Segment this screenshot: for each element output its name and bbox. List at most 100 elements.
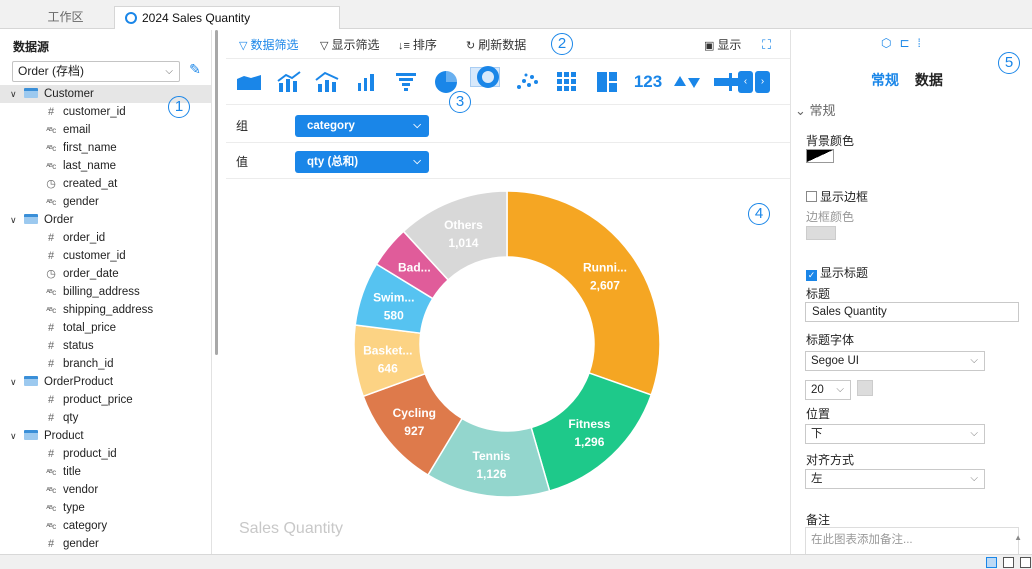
checkbox-icon <box>806 191 817 202</box>
title-input[interactable]: Sales Quantity <box>805 302 1019 322</box>
field-node[interactable]: ᴬᴮc vendor <box>0 481 211 499</box>
number-chart-icon[interactable]: 123 <box>628 67 668 97</box>
data-filter-button[interactable]: ▽ 数据筛选 <box>239 37 298 53</box>
chevron-down-icon[interactable]: ∨ <box>10 211 24 229</box>
field-name: order_id <box>63 232 106 244</box>
field-node[interactable]: ᴬᴮc email <box>0 121 211 139</box>
chevron-right-icon[interactable]: › <box>755 71 770 93</box>
edit-icon[interactable]: ✎ <box>186 61 204 81</box>
line-bar-chart-icon[interactable] <box>312 67 342 97</box>
area-chart-icon[interactable] <box>234 67 264 97</box>
bullet-chart-icon[interactable] <box>711 67 741 97</box>
value-field-select[interactable]: qty (总和) ⌵ <box>295 151 429 173</box>
field-node[interactable]: ᴬᴮc title <box>0 463 211 481</box>
field-name: qty <box>63 412 79 424</box>
field-node[interactable]: ᴬᴮc shipping_address <box>0 301 211 319</box>
chart-title: Sales Quantity <box>239 520 344 537</box>
field-node[interactable]: ᴬᴮc billing_address <box>0 283 211 301</box>
table-node[interactable]: ∨ OrderProduct <box>0 373 211 391</box>
title-font-select[interactable]: Segoe UI ⌵ <box>805 351 985 371</box>
chevron-down-icon: ⌵ <box>970 428 978 439</box>
panel-splitter[interactable] <box>215 30 218 355</box>
field-node[interactable]: # customer_id <box>0 247 211 265</box>
field-name: product_id <box>63 448 117 460</box>
chevron-down-icon[interactable]: ∨ <box>10 373 24 391</box>
slice-value: 927 <box>404 424 424 438</box>
donut-chart: Runni... 2,607 Fitness 1,296 Tennis 1,126 Cycl… <box>353 190 661 498</box>
datasource-select[interactable]: Order (存档) ⌵ <box>12 61 180 82</box>
text-type-icon: ᴬᴮc <box>46 522 56 531</box>
tab-data[interactable]: 数据 <box>915 70 943 90</box>
title-font-label: 标题字体 <box>806 333 855 347</box>
group-field-value: category <box>307 120 355 132</box>
bar-chart-icon[interactable] <box>352 67 382 97</box>
slice-value: 1,014 <box>448 236 478 250</box>
chevron-down-icon[interactable]: ∨ <box>10 427 24 445</box>
layout-split-icon[interactable] <box>1003 557 1014 568</box>
scatter-chart-icon[interactable] <box>512 67 542 97</box>
field-node[interactable]: # product_price <box>0 391 211 409</box>
scroll-up-icon[interactable]: ▲ <box>1014 533 1022 542</box>
kpi-arrows-icon[interactable] <box>672 67 702 97</box>
slice-value: 646 <box>378 361 398 375</box>
display-button[interactable]: ▣ 显示 <box>704 37 741 53</box>
field-node[interactable]: # qty <box>0 409 211 427</box>
field-node[interactable]: # product_id <box>0 445 211 463</box>
chevron-left-icon[interactable]: ‹ <box>738 71 753 93</box>
font-color-swatch[interactable] <box>857 380 873 396</box>
sort-button[interactable]: ↓≡ 排序 <box>398 37 437 53</box>
border-color-swatch[interactable] <box>806 226 836 240</box>
slice-label: Tennis <box>473 449 511 463</box>
tab-workspace[interactable]: 工作区 <box>12 6 120 29</box>
display-filter-button[interactable]: ▽ 显示筛选 <box>320 37 379 53</box>
tab-general[interactable]: 常规 <box>871 70 899 90</box>
field-node[interactable]: ᴬᴮc gender <box>0 193 211 211</box>
field-node[interactable]: # total_price <box>0 319 211 337</box>
donut-slice[interactable] <box>530 371 653 492</box>
tab-chart[interactable]: 2024 Sales Quantity <box>114 6 340 29</box>
cube-icon[interactable]: ⬡ <box>881 36 899 50</box>
fullscreen-icon[interactable]: ⛶ <box>762 37 771 53</box>
funnel-chart-icon[interactable] <box>391 67 421 97</box>
field-node[interactable]: ᴬᴮc category <box>0 517 211 535</box>
field-node[interactable]: ᴬᴮc type <box>0 499 211 517</box>
slice-label: Basket... <box>363 343 412 357</box>
field-node[interactable]: # gender <box>0 535 211 553</box>
table-node[interactable]: ∨ Product <box>0 427 211 445</box>
field-node[interactable]: ᴬᴮc last_name <box>0 157 211 175</box>
field-node[interactable]: ᴬᴮc first_name <box>0 139 211 157</box>
field-node[interactable]: ◷ created_at <box>0 175 211 193</box>
donut-slice[interactable] <box>506 190 661 396</box>
layout-grid-icon[interactable] <box>1020 557 1031 568</box>
refresh-icon: ↻ <box>466 40 476 52</box>
chevron-down-icon[interactable]: ∨ <box>10 85 24 103</box>
note-label: 备注 <box>806 513 831 527</box>
group-label: 组 <box>236 119 249 133</box>
font-size-select[interactable]: 20 ⌵ <box>805 380 851 400</box>
table-node[interactable]: ∨ Order <box>0 211 211 229</box>
field-node[interactable]: # branch_id <box>0 355 211 373</box>
treemap-chart-icon[interactable] <box>592 67 622 97</box>
sort-label: 排序 <box>412 38 437 52</box>
field-name: shipping_address <box>63 304 154 316</box>
field-node[interactable]: # status <box>0 337 211 355</box>
bg-color-swatch[interactable] <box>806 149 834 163</box>
section-general[interactable]: ⌄ 常规 <box>795 100 836 119</box>
heatmap-chart-icon[interactable] <box>552 67 582 97</box>
position-select[interactable]: 下 ⌵ <box>805 424 985 444</box>
field-node[interactable]: # order_id <box>0 229 211 247</box>
split-icon[interactable]: ⁞ <box>918 36 929 50</box>
refresh-button[interactable]: ↻ 刷新数据 <box>466 37 526 53</box>
chevron-down-icon: ⌄ <box>795 103 810 118</box>
show-title-checkbox[interactable]: ✓ 显示标题 <box>806 264 868 281</box>
combo-chart-icon[interactable] <box>274 67 304 97</box>
layout-icon[interactable]: ⊏ <box>899 36 917 50</box>
donut-chart-icon[interactable] <box>470 66 500 88</box>
layout-single-icon[interactable] <box>986 557 997 568</box>
align-select[interactable]: 左 ⌵ <box>805 469 985 489</box>
chevron-down-icon: ⌵ <box>970 355 978 366</box>
group-field-select[interactable]: category ⌵ <box>295 115 429 137</box>
show-border-checkbox[interactable]: 显示边框 <box>806 188 868 205</box>
field-node[interactable]: ◷ order_date <box>0 265 211 283</box>
note-textarea[interactable]: 在此图表添加备注... <box>805 527 1019 554</box>
